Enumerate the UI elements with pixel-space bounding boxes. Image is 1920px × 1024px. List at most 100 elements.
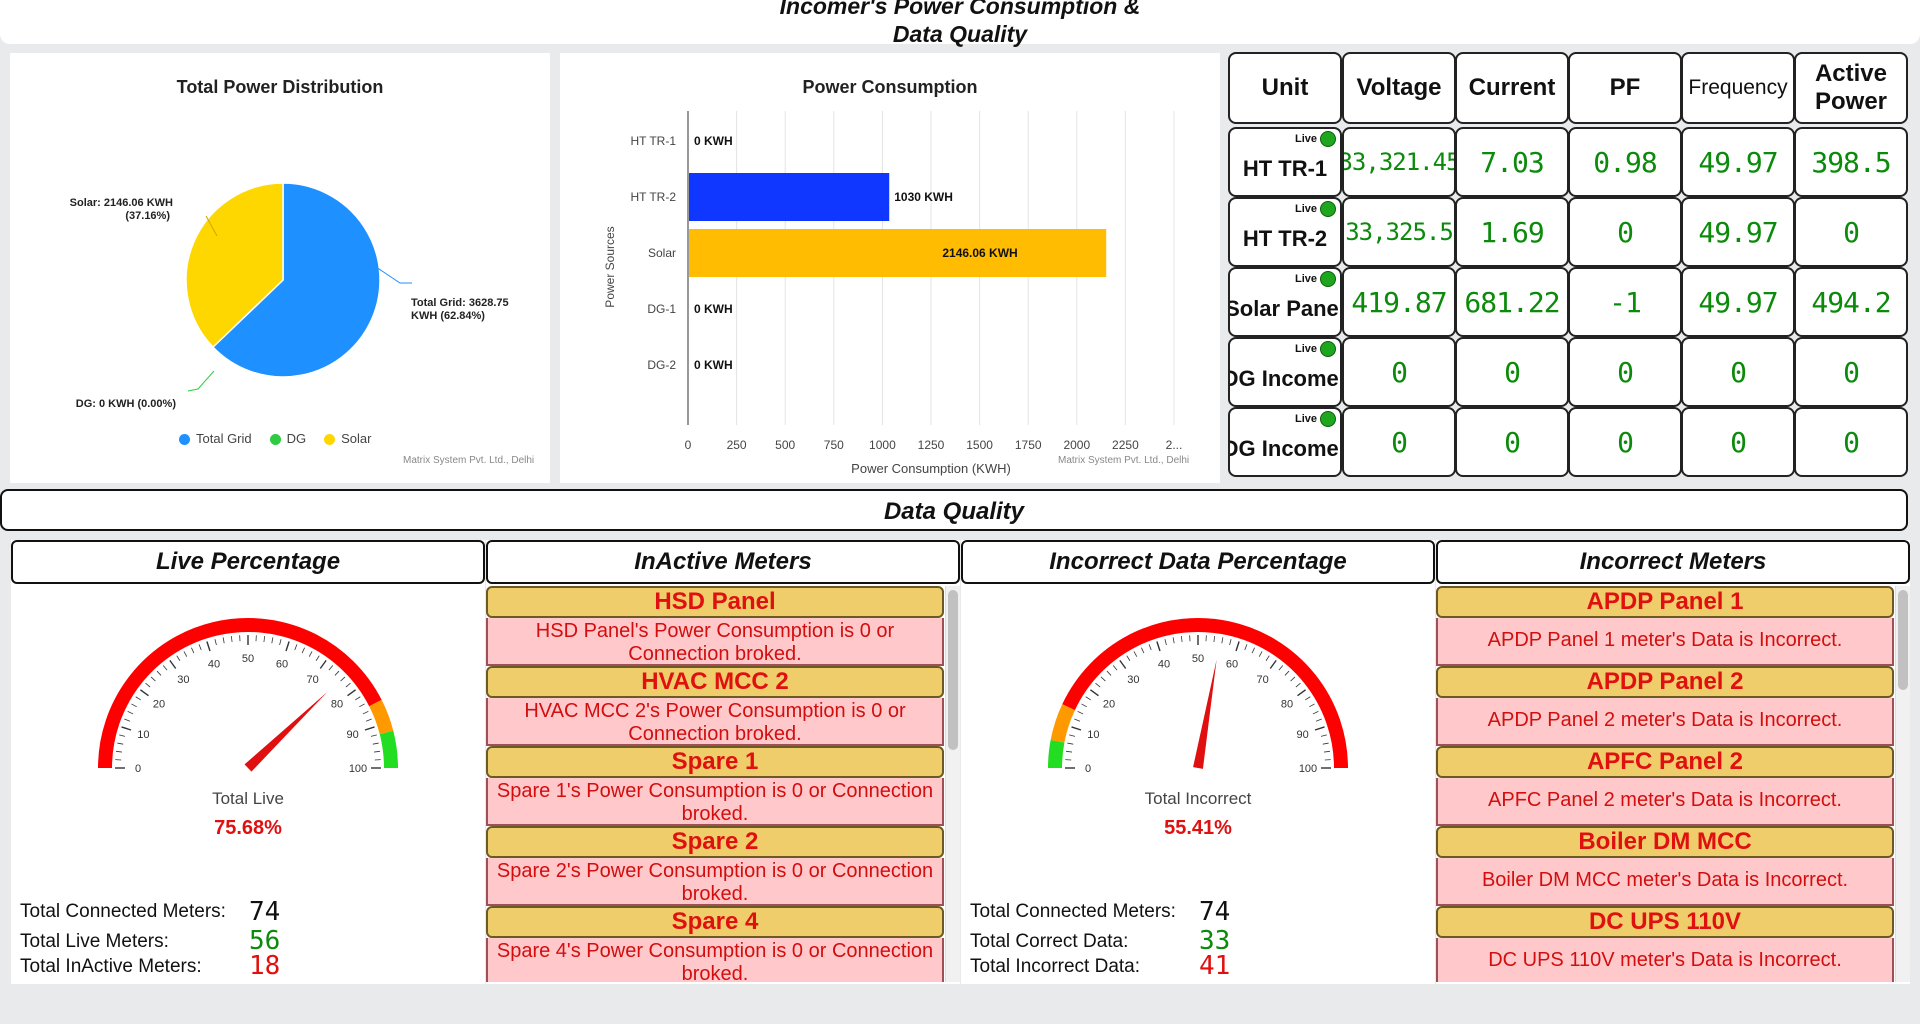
scrollbar-thumb[interactable] (948, 590, 958, 750)
table-cell-voltage: 0 (1342, 407, 1456, 477)
bar-xtick-label: 2000 (1063, 438, 1090, 452)
pie-legend-item-total-grid[interactable]: Total Grid (179, 431, 252, 446)
gauge-tick (1305, 696, 1311, 701)
gauge-tick (1295, 682, 1301, 688)
inactive-list-scrollbar[interactable] (945, 586, 960, 982)
gauge-tick (1112, 665, 1118, 671)
gauge-tick (1100, 676, 1106, 682)
bar-ht-tr-2[interactable] (689, 173, 890, 221)
gauge-tick-label: 70 (307, 674, 319, 686)
alert-message: APDP Panel 2 meter's Data is Incorrect. (1436, 698, 1894, 746)
pie-legend-item-dg[interactable]: DG (269, 431, 306, 446)
gauge-tick (156, 670, 162, 676)
pie-legend: Total Grid DG Solar (179, 431, 372, 446)
alert-title[interactable]: HVAC MCC 2 (486, 666, 944, 698)
gauge-tick (347, 689, 357, 697)
table-cell-voltage: 0 (1342, 337, 1456, 407)
legend-dot-icon (324, 434, 336, 446)
bar-xtick-label: 1000 (869, 438, 896, 452)
alert-title[interactable]: APDP Panel 1 (1436, 586, 1894, 618)
gauge-tick (1213, 635, 1216, 643)
gauge-tick (372, 742, 379, 745)
table-cell-current: 1.69 (1455, 197, 1569, 267)
gauge-tick (1074, 718, 1081, 722)
alert-title[interactable]: Boiler DM MCC (1436, 826, 1894, 858)
incorrect-gauge-value: 55.41% (1164, 817, 1232, 839)
incorrect-percentage-panel: Incorrect Data Percentage 0 10 20 30 40 50 60 7… (961, 540, 1435, 984)
pie-chart-card: Total Power Distribution Solar: 2146.06 … (10, 53, 550, 483)
live-indicator: Live (1295, 271, 1336, 287)
alert-message: APDP Panel 1 meter's Data is Incorrect. (1436, 618, 1894, 666)
gauge-tick (1095, 682, 1101, 688)
gauge-tick (285, 641, 290, 652)
live-label: Live (1294, 133, 1317, 145)
scrollbar-thumb[interactable] (1898, 590, 1908, 690)
incorrect-meters-list[interactable]: APDP Panel 1 APDP Panel 1 meter's Data is… (1436, 586, 1894, 982)
live-status-dot-icon (1320, 411, 1336, 427)
gauge-tick (315, 655, 320, 661)
gauge-tick (115, 750, 123, 753)
gauge-tick-label: 80 (331, 698, 343, 710)
incorrect-list-scrollbar[interactable] (1895, 586, 1910, 982)
gauge-tick-label: 80 (1281, 698, 1293, 710)
gauge-tick (139, 689, 149, 697)
alert-title[interactable]: DC UPS 110V (1436, 906, 1894, 938)
gauge-tick (1065, 750, 1073, 753)
table-header-active-power: Active Power (1794, 52, 1908, 124)
gauge-tick (1081, 703, 1087, 708)
gauge-tick (1235, 641, 1240, 652)
gauge-tick (1180, 635, 1183, 643)
alert-title[interactable]: APDP Panel 2 (1436, 666, 1894, 698)
gauge-tick (169, 659, 177, 669)
gauge-tick (127, 711, 134, 715)
gauge-tick (1077, 711, 1084, 715)
gauge-band (98, 618, 382, 769)
gauge-band (379, 730, 398, 769)
legend-label: Solar (341, 431, 372, 446)
table-cell-active-power: 0 (1794, 407, 1908, 477)
pie-legend-item-solar[interactable]: Solar (324, 431, 372, 446)
gauge-tick (121, 726, 132, 731)
alert-title[interactable]: HSD Panel (486, 586, 944, 618)
live-percentage-panel: Live Percentage 0 10 20 30 40 50 60 70 80 90 100 T… (11, 540, 485, 984)
live-status-dot-icon (1320, 201, 1336, 217)
table-cell-active-power: 398.5 (1794, 127, 1908, 197)
gauge-tick-label: 30 (177, 674, 189, 686)
alert-title[interactable]: APFC Panel 2 (1436, 746, 1894, 778)
gauge-tick (301, 647, 305, 654)
gauge-tick (294, 644, 298, 651)
bar-category-label: DG-1 (647, 302, 676, 316)
gauge-tick (365, 718, 372, 722)
gauge-tick (1067, 742, 1074, 745)
table-header-current: Current (1455, 52, 1569, 124)
table-cell-current: 0 (1455, 407, 1569, 477)
table-cell-pf: -1 (1568, 267, 1682, 337)
table-cell-current: 0 (1455, 337, 1569, 407)
gauge-tick-label: 60 (1226, 658, 1238, 670)
unit-label: DG Incomer (1228, 436, 1342, 461)
gauge-tick (1269, 659, 1277, 669)
live-gauge-value: 75.68% (214, 817, 282, 839)
page-title: Incomer's Power Consumption & Data Quali… (0, 0, 1920, 47)
alert-message: Boiler DM MCC meter's Data is Incorrect. (1436, 858, 1894, 906)
alert-title[interactable]: Spare 1 (486, 746, 944, 778)
gauge-tick-label: 90 (346, 729, 358, 741)
incorrect-stat-value-connected: 74 (1199, 897, 1231, 927)
gauge-tick (214, 639, 217, 646)
gauge-tick-label: 40 (1158, 658, 1170, 670)
legend-label: Total Grid (196, 431, 252, 446)
gauge-tick (191, 647, 195, 654)
live-gauge: 0 10 20 30 40 50 60 70 80 90 100 (98, 618, 398, 775)
live-stat-value-connected: 74 (249, 897, 281, 927)
gauge-tick (1309, 703, 1315, 708)
pie-leader-dg (187, 370, 215, 392)
gauge-tick (263, 635, 266, 643)
alert-title[interactable]: Spare 2 (486, 826, 944, 858)
bar-solar[interactable] (689, 229, 1107, 277)
gauge-tick-label: 0 (1085, 763, 1091, 775)
alert-message: Spare 4's Power Consumption is 0 or Conn… (486, 938, 944, 982)
inactive-meters-list[interactable]: HSD Panel HSD Panel's Power Consumption i… (486, 586, 944, 982)
bar-xtick-label: 1500 (966, 438, 993, 452)
bar-xtick-label: 0 (685, 438, 692, 452)
alert-title[interactable]: Spare 4 (486, 906, 944, 938)
